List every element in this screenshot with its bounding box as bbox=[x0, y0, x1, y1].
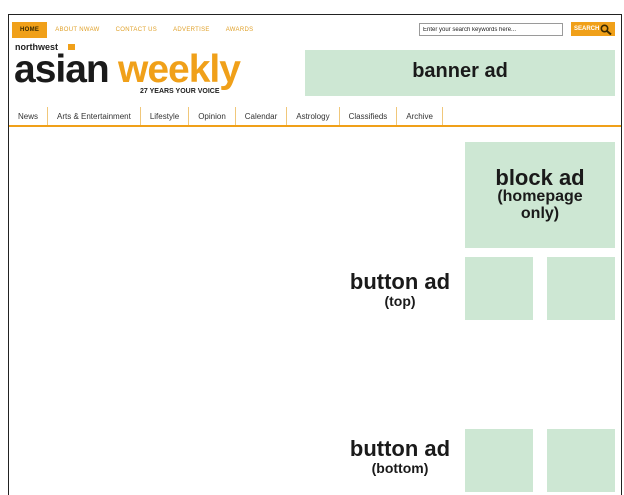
button-ad-bottom-sub: (bottom) bbox=[371, 460, 429, 477]
topnav-contact[interactable]: CONTACT US bbox=[108, 22, 165, 38]
topnav-about[interactable]: ABOUT NWAW bbox=[47, 22, 107, 38]
tab-news[interactable]: News bbox=[9, 107, 49, 125]
button-ad-top-sub: (top) bbox=[384, 293, 416, 310]
tab-astrology[interactable]: Astrology bbox=[287, 107, 340, 125]
tab-calendar[interactable]: Calendar bbox=[236, 107, 288, 125]
tab-arts-entertainment[interactable]: Arts & Entertainment bbox=[48, 107, 141, 125]
button-ad-bottom-left[interactable] bbox=[465, 429, 533, 492]
button-ad-bottom-right[interactable] bbox=[547, 429, 615, 492]
tab-opinion[interactable]: Opinion bbox=[189, 107, 236, 125]
block-ad-title: block ad bbox=[495, 165, 585, 190]
block-ad-label: block ad (homepage only) bbox=[465, 166, 615, 223]
topnav-home[interactable]: HOME bbox=[12, 22, 48, 38]
button-ad-top-label: button ad (top) bbox=[336, 269, 464, 310]
logo-tagline: 27 YEARS YOUR VOICE bbox=[140, 88, 220, 95]
block-ad-note-line2: only) bbox=[520, 204, 560, 222]
button-ad-top-title: button ad bbox=[349, 269, 451, 294]
button-ad-bottom-title: button ad bbox=[349, 436, 451, 461]
block-ad[interactable]: block ad (homepage only) bbox=[465, 142, 615, 248]
search-button[interactable]: SEARCH bbox=[571, 22, 615, 36]
search-input[interactable] bbox=[419, 23, 563, 36]
topnav-advertise[interactable]: ADVERTISE bbox=[165, 22, 218, 38]
topnav-awards[interactable]: AWARDS bbox=[218, 22, 262, 38]
tab-lifestyle[interactable]: Lifestyle bbox=[141, 107, 190, 125]
logo-weekly: weekly bbox=[118, 48, 241, 91]
search-icon bbox=[600, 23, 612, 35]
main-nav: News Arts & Entertainment Lifestyle Opin… bbox=[9, 107, 621, 127]
top-nav: HOME ABOUT NWAW CONTACT US ADVERTISE AWA… bbox=[12, 22, 261, 38]
button-ad-top-right[interactable] bbox=[547, 257, 615, 320]
block-ad-note-line1: (homepage bbox=[497, 188, 583, 206]
site-logo[interactable]: northwest asian weekly 27 YEARS YOUR VOI… bbox=[14, 42, 264, 100]
button-ad-bottom-label: button ad (bottom) bbox=[336, 436, 464, 477]
tab-archive[interactable]: Archive bbox=[397, 107, 443, 125]
tab-classifieds[interactable]: Classifieds bbox=[340, 107, 398, 125]
banner-ad-label: banner ad bbox=[412, 60, 508, 82]
search-button-label: SEARCH bbox=[574, 26, 600, 32]
banner-ad[interactable]: banner ad bbox=[305, 50, 615, 96]
logo-asian: asian bbox=[14, 48, 110, 91]
button-ad-top-left[interactable] bbox=[465, 257, 533, 320]
